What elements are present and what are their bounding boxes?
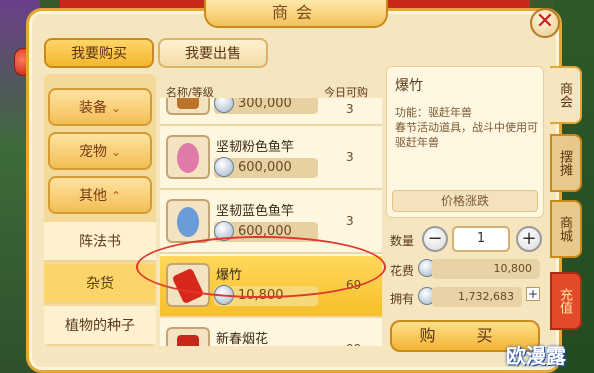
coin-icon (214, 157, 234, 177)
item-list[interactable]: 300,000 3 坚韧粉色鱼竿 600,000 3 坚韧蓝色鱼竿 600,00… (160, 98, 382, 346)
tab-sell[interactable]: 我要出售 (158, 38, 268, 68)
category-equipment[interactable]: 装备 ⌄ (48, 88, 152, 126)
category-label: 其他 (78, 188, 107, 204)
quantity-label: 数量 (390, 234, 415, 248)
item-name: 坚韧粉色鱼竿 (216, 140, 295, 155)
owned-label: 拥有 (390, 292, 415, 306)
item-qty: 99 (346, 342, 361, 346)
quantity-input[interactable]: 1 (452, 226, 510, 252)
table-row[interactable]: 新春烟花 99 (160, 320, 382, 346)
side-tab-mall[interactable]: 商城 (550, 200, 582, 258)
item-name: 新春烟花 (216, 332, 269, 346)
detail-title: 爆竹 (395, 78, 423, 94)
item-price: 600,000 (238, 160, 292, 175)
detail-description: 功能：驱赶年兽 春节活动道具，战斗中使用可驱赶年兽 (395, 106, 538, 149)
item-qty: 3 (346, 214, 354, 228)
chevron-up-icon: ⌃ (110, 189, 122, 203)
price-box: 600,000 (214, 157, 318, 178)
category-other[interactable]: 其他 ⌃ (48, 176, 152, 214)
category-label: 宠物 (78, 144, 107, 160)
category-pet[interactable]: 宠物 ⌄ (48, 132, 152, 170)
side-tab-recharge[interactable]: 充值 (550, 272, 582, 330)
category-column: 装备 ⌄ 宠物 ⌄ 其他 ⌃ 阵法书 杂货 植物的种子 (44, 74, 156, 346)
item-name: 坚韧蓝色鱼竿 (216, 204, 295, 219)
table-row[interactable]: 坚韧粉色鱼竿 600,000 3 (160, 128, 382, 190)
price-trend-button[interactable]: 价格涨跌 (392, 190, 538, 212)
coin-icon (214, 98, 234, 113)
item-price: 300,000 (238, 98, 292, 111)
window-title: 商会 (204, 0, 388, 28)
decrease-button[interactable]: − (422, 226, 448, 252)
tab-buy[interactable]: 我要购买 (44, 38, 154, 68)
subcategory-formation-book[interactable]: 阵法书 (44, 222, 156, 262)
item-qty: 3 (346, 102, 354, 116)
owned-value: 1,732,683 (432, 287, 522, 307)
category-label: 装备 (78, 100, 107, 116)
item-qty: 3 (346, 150, 354, 164)
close-icon: ✕ (535, 9, 555, 34)
table-row[interactable]: 300,000 3 (160, 98, 382, 126)
chevron-down-icon: ⌄ (110, 101, 122, 115)
add-currency-button[interactable]: + (526, 287, 540, 301)
side-tab-chamber[interactable]: 商会 (550, 66, 582, 124)
cost-label: 花费 (390, 264, 415, 278)
highlight-circle (136, 236, 386, 298)
pink-fishing-rod-icon (166, 135, 210, 179)
increase-button[interactable]: + (516, 226, 542, 252)
subcategory-plant-seeds[interactable]: 植物的种子 (44, 306, 156, 346)
list-header: 名称/等级 今日可购 (160, 80, 382, 100)
side-tab-stall[interactable]: 摆摊 (550, 134, 582, 192)
price-box: 300,000 (214, 98, 318, 114)
watermark-logo: 欧漫露 (506, 344, 566, 368)
cost-value: 10,800 (432, 259, 540, 279)
firework-icon (166, 327, 210, 346)
blue-fishing-rod-icon (166, 199, 210, 243)
chevron-down-icon: ⌄ (110, 145, 122, 159)
close-button[interactable]: ✕ (530, 8, 560, 38)
partial-item-icon (166, 98, 210, 115)
